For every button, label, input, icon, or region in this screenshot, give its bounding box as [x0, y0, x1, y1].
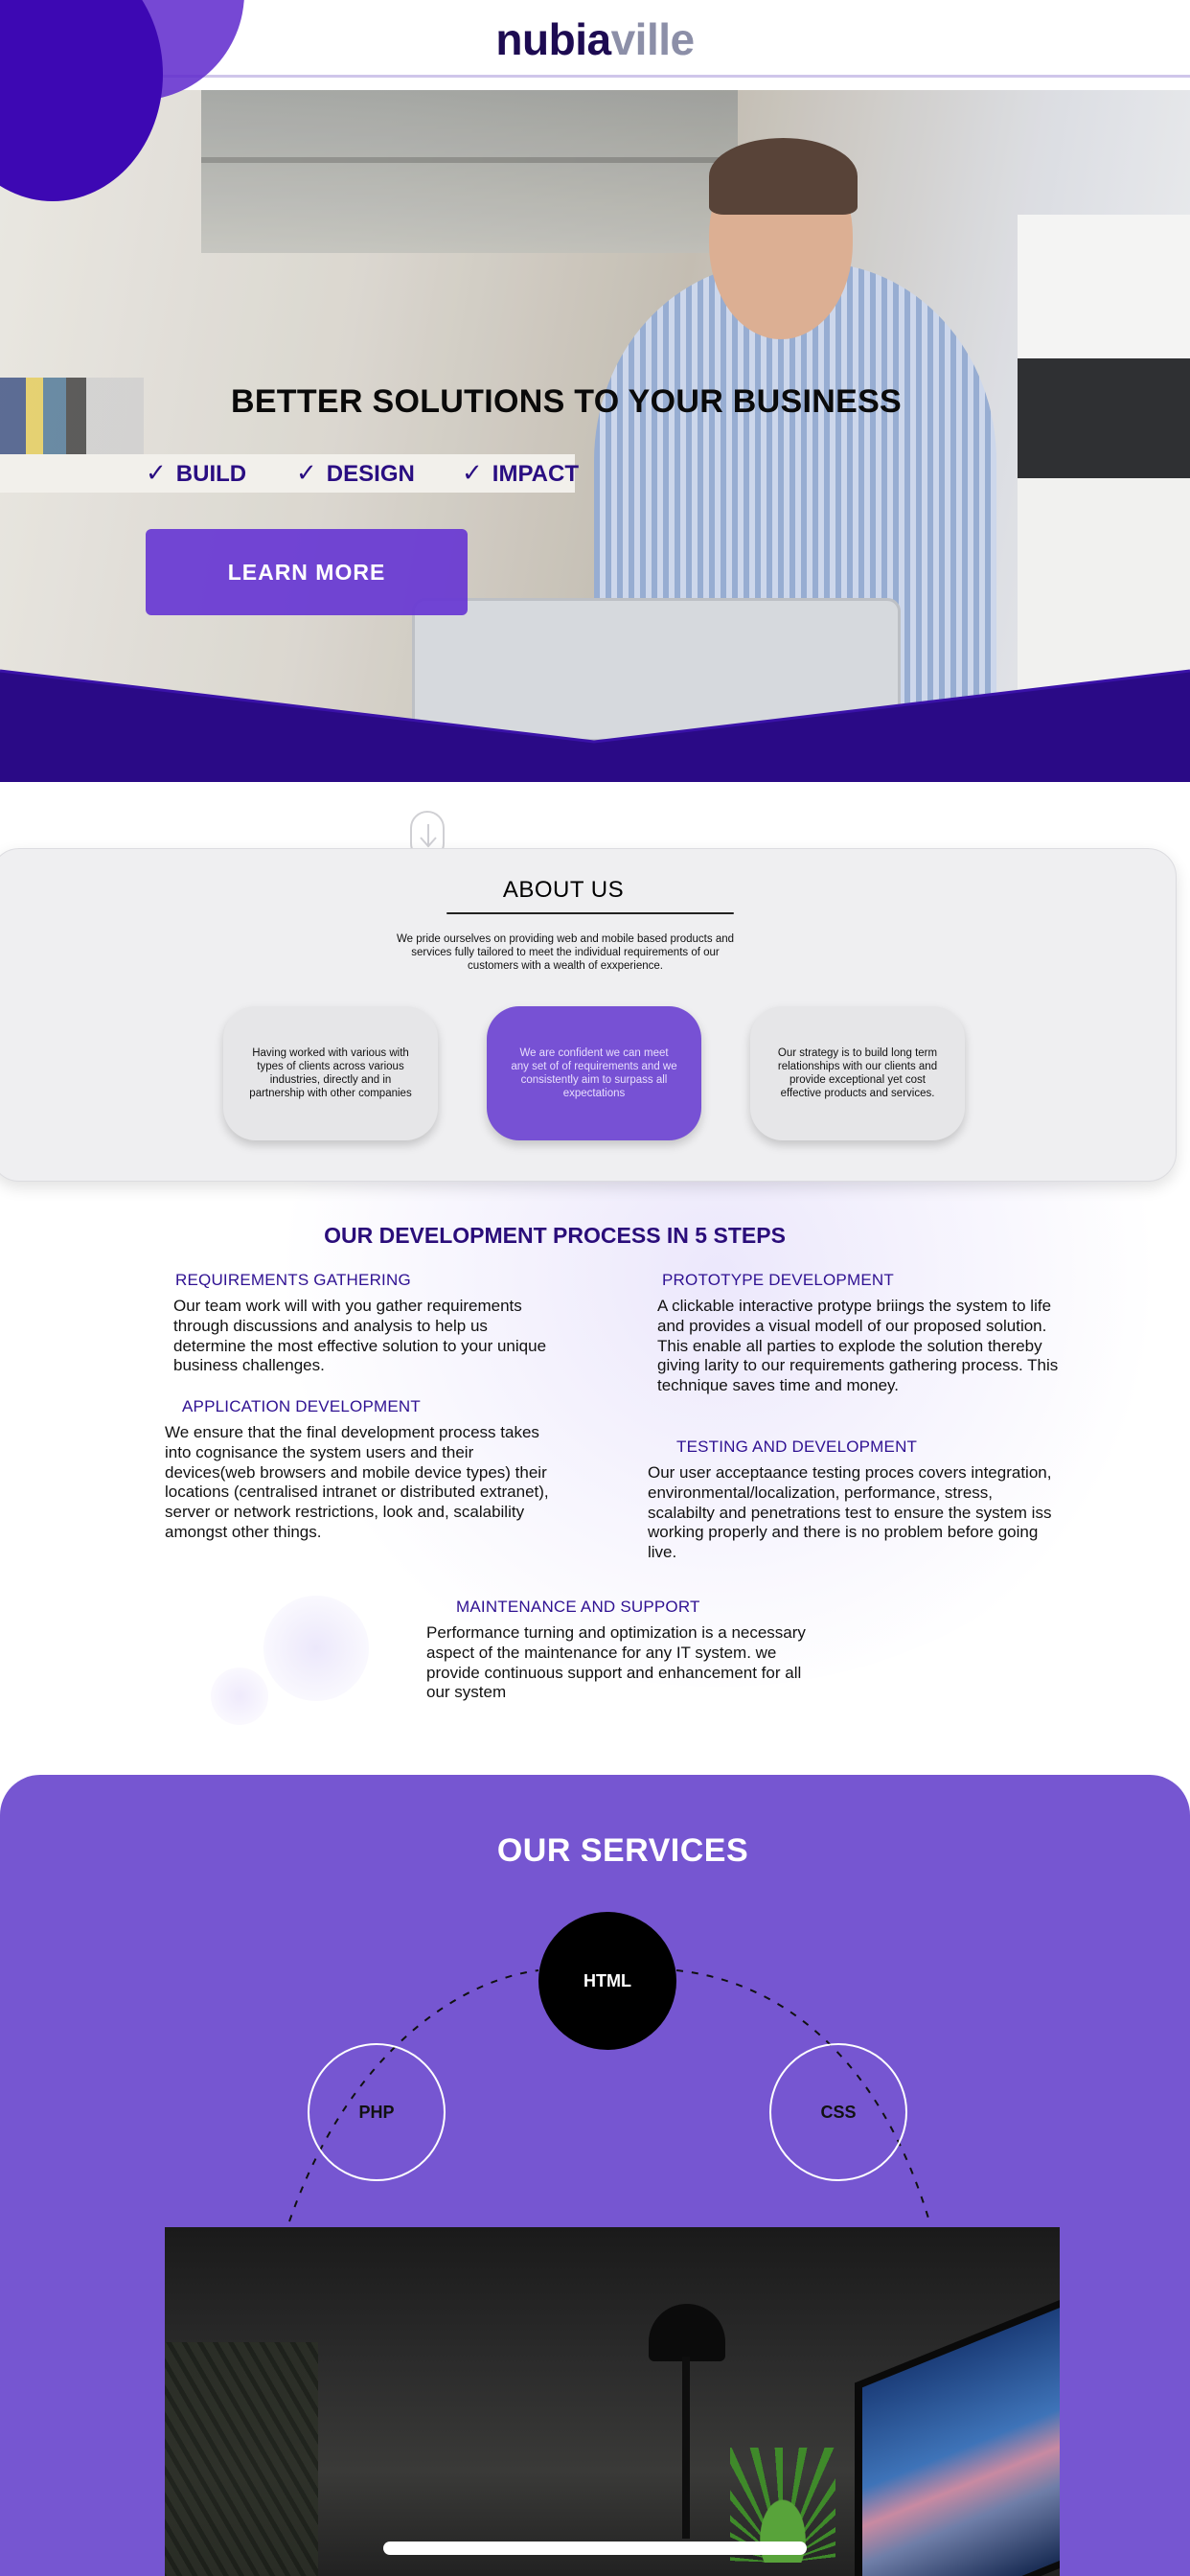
step-heading-requirements: REQUIREMENTS GATHERING — [175, 1271, 411, 1289]
check-label: DESIGN — [326, 461, 415, 487]
service-css[interactable]: CSS — [769, 2043, 907, 2181]
check-label: BUILD — [175, 461, 247, 487]
services-section: OUR SERVICES HTML PHP CSS — [0, 1775, 1190, 2576]
photo-lamp — [649, 2304, 725, 2361]
decorative-bubble — [211, 1668, 268, 1725]
hero-bottom-wave — [0, 669, 1190, 782]
step-text-maintenance: Performance turning and optimization is … — [426, 1623, 806, 1702]
services-photo — [165, 2227, 1060, 2576]
step-text-testing: Our user acceptaance testing proces cove… — [648, 1463, 1052, 1562]
step-text-application: We ensure that the final development pro… — [165, 1423, 549, 1541]
checkmark-icon: ✓ — [296, 458, 317, 487]
check-item-design: ✓ DESIGN — [296, 458, 415, 488]
checkmark-icon: ✓ — [146, 458, 167, 487]
photo-plant-leaves — [165, 2342, 318, 2576]
about-card-highlight: We are confident we can meet any set of … — [487, 1006, 701, 1140]
step-text-prototype: A clickable interactive protype briings … — [657, 1297, 1059, 1395]
about-card: Our strategy is to build long term relat… — [750, 1006, 965, 1140]
about-card: Having worked with various with types of… — [223, 1006, 438, 1140]
checkmark-icon: ✓ — [462, 458, 483, 487]
brand-logo-part2: ville — [610, 14, 696, 64]
photo-monitor — [855, 2282, 1060, 2576]
home-indicator[interactable] — [383, 2542, 807, 2555]
about-title-underline — [446, 912, 734, 914]
brand-logo-part1: nubia — [495, 14, 611, 64]
learn-more-button[interactable]: LEARN MORE — [146, 529, 468, 615]
decorative-bubble — [263, 1596, 369, 1701]
step-heading-application: APPLICATION DEVELOPMENT — [182, 1397, 421, 1415]
process-title: OUR DEVELOPMENT PROCESS IN 5 STEPS — [324, 1223, 786, 1248]
check-item-build: ✓ BUILD — [146, 458, 246, 488]
step-heading-testing: TESTING AND DEVELOPMENT — [676, 1438, 918, 1456]
step-text-requirements: Our team work will with you gather requi… — [173, 1297, 547, 1375]
about-title: ABOUT US — [502, 877, 625, 903]
service-php[interactable]: PHP — [308, 2043, 446, 2181]
about-description: We pride ourselves on providing web and … — [396, 933, 735, 972]
check-item-impact: ✓ IMPACT — [462, 458, 579, 488]
service-html[interactable]: HTML — [538, 1912, 676, 2050]
hero-title: BETTER SOLUTIONS TO YOUR BUSINESS — [230, 383, 903, 420]
check-label: IMPACT — [492, 461, 580, 487]
step-heading-maintenance: MAINTENANCE AND SUPPORT — [456, 1598, 700, 1616]
step-heading-prototype: PROTOTYPE DEVELOPMENT — [662, 1271, 894, 1289]
